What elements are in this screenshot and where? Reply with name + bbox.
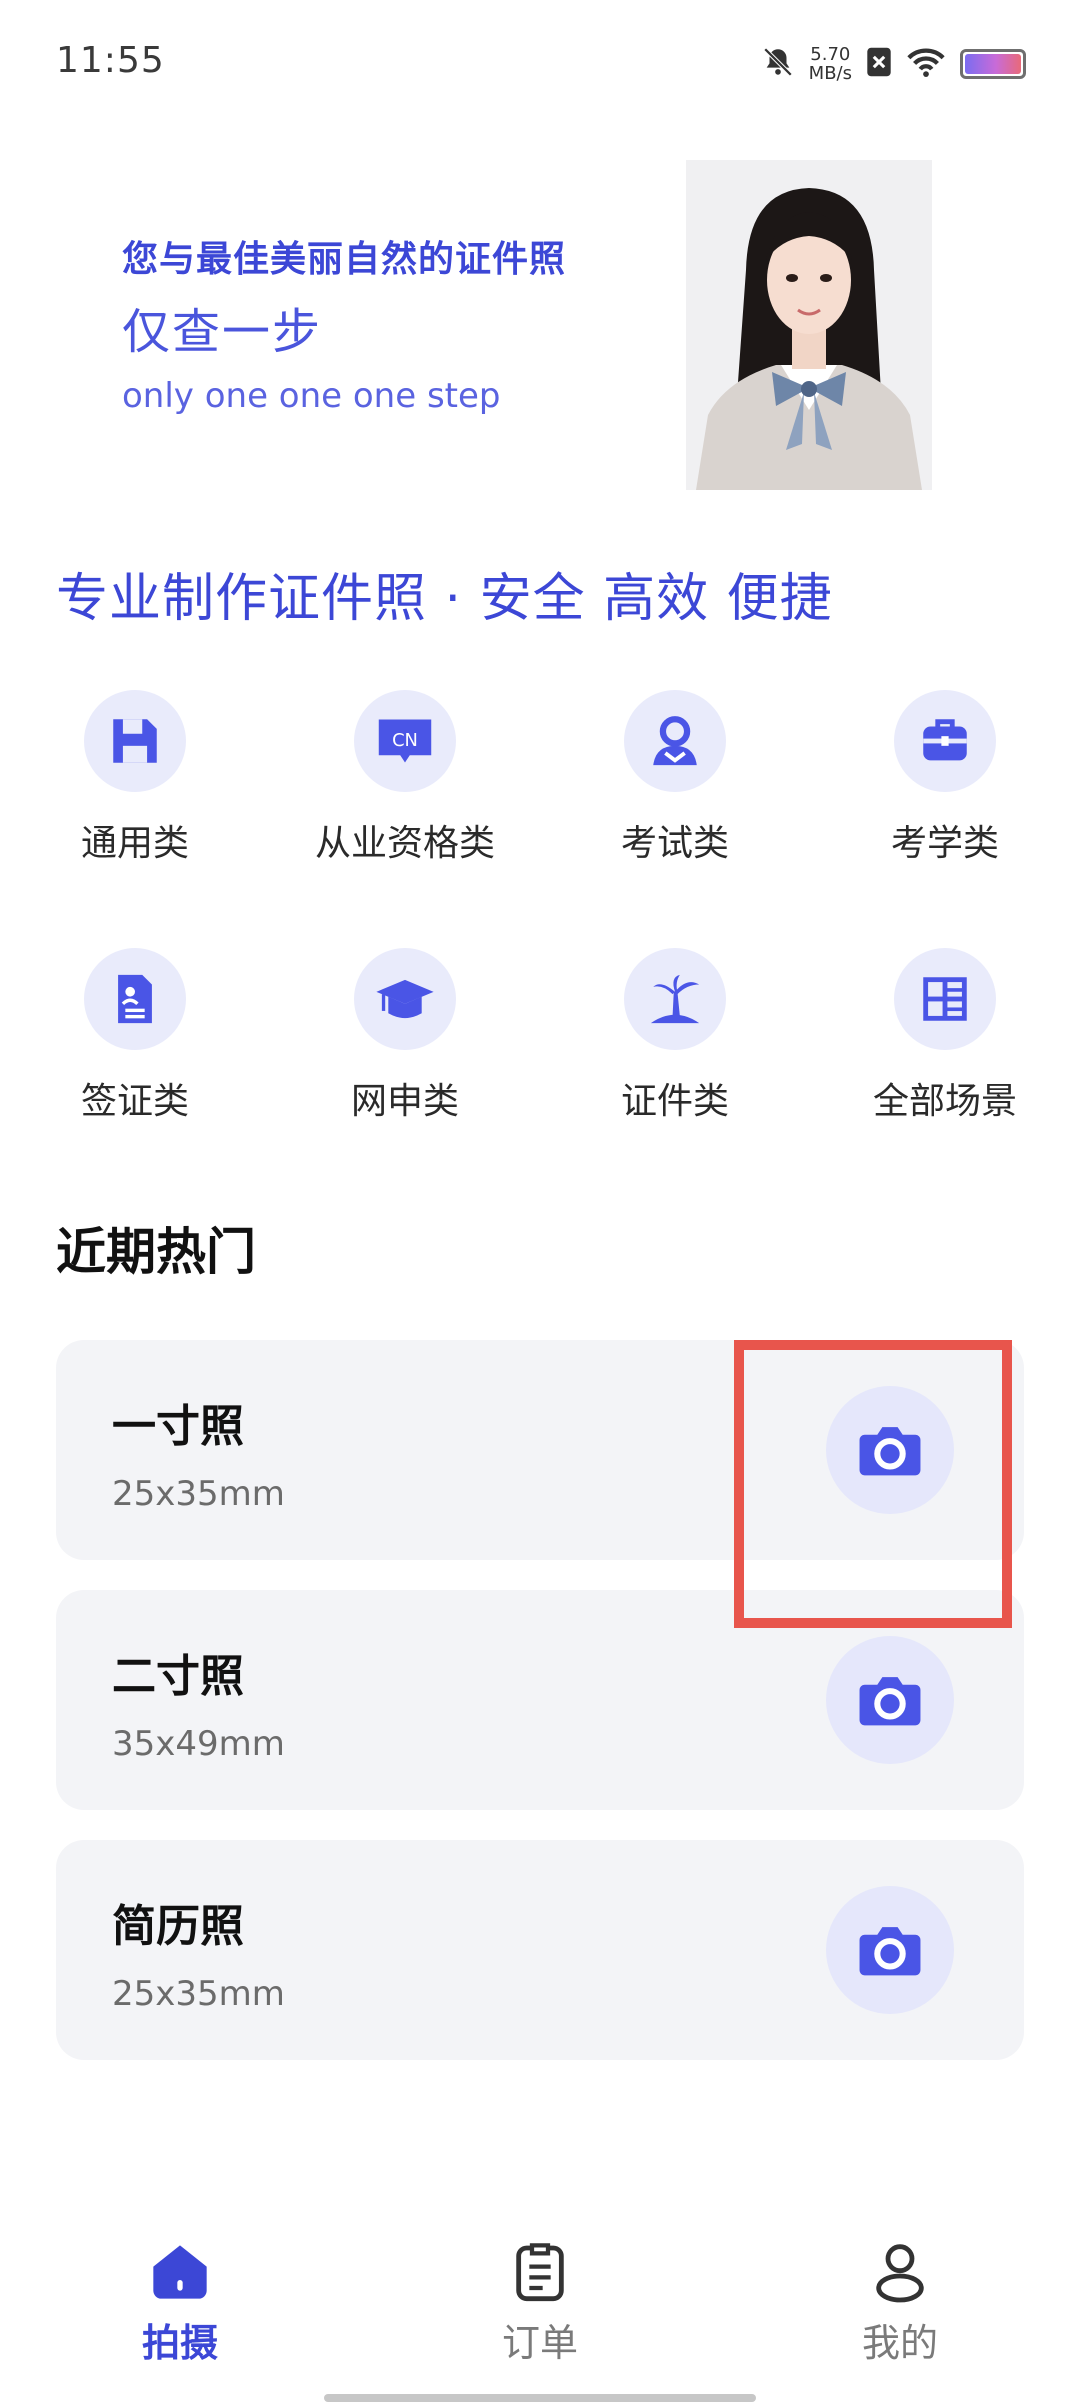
photo-type-card[interactable]: 简历照 25x35mm xyxy=(56,1840,1024,2060)
sample-id-photo xyxy=(686,160,932,490)
camera-icon xyxy=(859,1927,921,1976)
cn-badge-icon: CN xyxy=(354,690,456,792)
net-speed-value: 5.70 xyxy=(810,44,851,65)
document-icon xyxy=(84,948,186,1050)
user-icon xyxy=(876,2244,924,2303)
category-label: 通用类 xyxy=(80,823,189,864)
net-speed-unit: MB/s xyxy=(808,63,852,84)
category-exam[interactable]: 考试类 xyxy=(540,690,810,866)
category-general[interactable]: 通用类 xyxy=(0,690,270,866)
category-label: 全部场景 xyxy=(872,1081,1017,1122)
photo-type-size: 35x49mm xyxy=(112,1724,285,1764)
category-visa[interactable]: 签证类 xyxy=(0,948,270,1124)
mute-bell-icon xyxy=(761,45,795,83)
nav-tab-orders[interactable]: 订单 xyxy=(440,2240,640,2367)
banner-english: only one one one step xyxy=(122,376,501,416)
category-label: 考试类 xyxy=(620,823,729,864)
no-sim-icon xyxy=(866,46,892,82)
palm-tree-icon xyxy=(624,948,726,1050)
nav-label: 订单 xyxy=(501,2321,578,2365)
order-icon xyxy=(516,2243,564,2302)
category-online[interactable]: 网申类 xyxy=(270,948,540,1124)
photo-type-name: 二寸照 xyxy=(112,1651,244,1702)
nav-tab-profile[interactable]: 我的 xyxy=(800,2240,1000,2367)
bottom-nav: 拍摄 订单 我的 xyxy=(0,2240,1080,2408)
network-speed: 5.70 MB/s xyxy=(809,45,852,83)
briefcase-icon xyxy=(894,690,996,792)
home-icon xyxy=(153,2245,207,2299)
banner-slogan: 您与最佳美丽自然的证件照 xyxy=(122,239,567,280)
status-bar: 11:55 5.70 MB/s xyxy=(0,0,1080,126)
category-label: 证件类 xyxy=(620,1081,729,1122)
status-time: 11:55 xyxy=(56,40,165,81)
category-school[interactable]: 考学类 xyxy=(810,690,1080,866)
category-label: 签证类 xyxy=(80,1081,189,1122)
status-icons: 5.70 MB/s xyxy=(761,40,1026,88)
category-id[interactable]: 证件类 xyxy=(540,948,810,1124)
page-headline: 专业制作证件照 · 安全 高效 便捷 xyxy=(56,569,833,629)
photo-type-size: 25x35mm xyxy=(112,1974,285,2014)
category-all-scenes[interactable]: 全部场景 xyxy=(810,948,1080,1124)
photo-type-name: 一寸照 xyxy=(112,1401,244,1452)
camera-button[interactable] xyxy=(826,1886,954,2014)
category-label: 网申类 xyxy=(350,1081,459,1122)
nav-label: 拍摄 xyxy=(141,2321,218,2365)
photo-type-size: 25x35mm xyxy=(112,1474,285,1514)
cn-badge-text: CN xyxy=(392,730,418,751)
grid-layout-icon xyxy=(894,948,996,1050)
highlight-box xyxy=(734,1340,1012,1628)
category-professional[interactable]: CN 从业资格类 xyxy=(270,690,540,866)
nav-label: 我的 xyxy=(861,2321,938,2365)
battery-icon xyxy=(960,49,1026,79)
person-icon xyxy=(624,690,726,792)
save-icon xyxy=(84,690,186,792)
wifi-icon xyxy=(906,46,946,82)
section-title-recent: 近期热门 xyxy=(56,1223,256,1281)
home-indicator[interactable] xyxy=(324,2394,756,2402)
category-label: 考学类 xyxy=(890,823,999,864)
camera-icon xyxy=(859,1677,921,1726)
nav-tab-shoot[interactable]: 拍摄 xyxy=(80,2240,280,2367)
photo-type-name: 简历照 xyxy=(112,1901,244,1952)
camera-button[interactable] xyxy=(826,1636,954,1764)
category-label: 从业资格类 xyxy=(314,823,495,864)
banner-subtitle: 仅查一步 xyxy=(122,304,323,360)
graduation-cap-icon xyxy=(354,948,456,1050)
